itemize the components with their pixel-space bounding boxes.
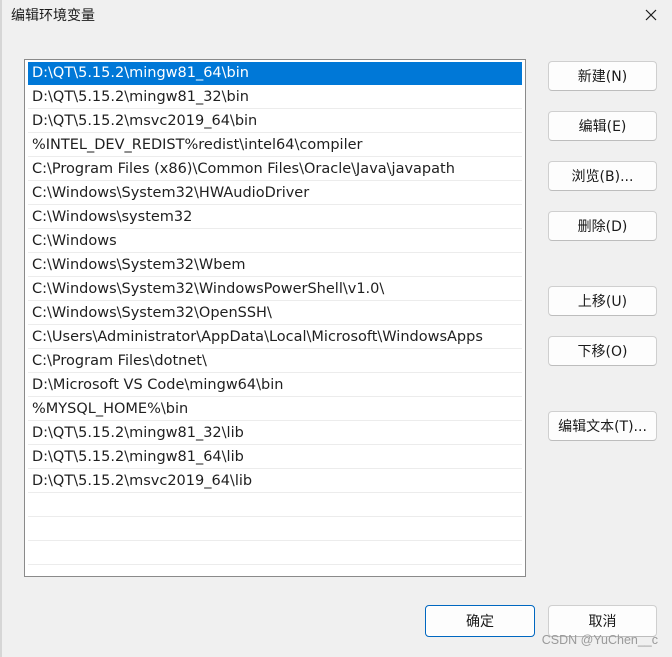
path-list-item[interactable]: C:\Users\Administrator\AppData\Local\Mic… [28,326,522,349]
path-list-item[interactable]: C:\Windows\System32\OpenSSH\ [28,302,522,325]
edit-text-button[interactable]: 编辑文本(T)... [548,411,657,441]
path-list-item[interactable]: C:\Windows\System32\WindowsPowerShell\v1… [28,278,522,301]
path-list-item[interactable]: D:\QT\5.15.2\mingw81_64\bin [28,62,522,85]
path-list-item[interactable]: D:\Microsoft VS Code\mingw64\bin [28,374,522,397]
path-list-item[interactable]: C:\Program Files\dotnet\ [28,350,522,373]
path-list-item[interactable]: %MYSQL_HOME%\bin [28,398,522,421]
path-list-empty-row[interactable] [28,494,522,517]
path-list-item[interactable]: D:\QT\5.15.2\msvc2019_64\bin [28,110,522,133]
watermark: CSDN @YuChen__c [541,633,658,647]
path-list-empty-row[interactable] [28,542,522,565]
edit-button[interactable]: 编辑(E) [548,111,657,141]
path-list-item[interactable]: D:\QT\5.15.2\mingw81_32\bin [28,86,522,109]
browse-button[interactable]: 浏览(B)... [548,161,657,191]
path-list-item[interactable]: C:\Program Files (x86)\Common Files\Orac… [28,158,522,181]
path-list-item[interactable]: %INTEL_DEV_REDIST%redist\intel64\compile… [28,134,522,157]
window-title: 编辑环境变量 [11,8,95,24]
edit-env-variable-dialog: 编辑环境变量 D:\QT\5.15.2\mingw81_64\bin D:\QT\… [0,0,672,657]
ok-button[interactable]: 确定 [425,605,535,637]
path-list-empty-row[interactable] [28,518,522,541]
close-button[interactable] [636,3,666,27]
path-list-item[interactable]: C:\Windows\System32\HWAudioDriver [28,182,522,205]
path-list-item[interactable]: D:\QT\5.15.2\mingw81_64\lib [28,446,522,469]
delete-button[interactable]: 删除(D) [548,211,657,241]
move-up-button[interactable]: 上移(U) [548,286,657,316]
close-icon [645,9,657,21]
path-listbox[interactable]: D:\QT\5.15.2\mingw81_64\bin D:\QT\5.15.2\… [24,59,526,577]
path-list-item[interactable]: C:\Windows [28,230,522,253]
path-list-item[interactable]: D:\QT\5.15.2\mingw81_32\lib [28,422,522,445]
path-list-item[interactable]: C:\Windows\System32\Wbem [28,254,522,277]
new-button[interactable]: 新建(N) [548,61,657,91]
path-list-item[interactable]: C:\Windows\system32 [28,206,522,229]
path-list-item[interactable]: D:\QT\5.15.2\msvc2019_64\lib [28,470,522,493]
move-down-button[interactable]: 下移(O) [548,336,657,366]
window-left-edge [0,0,2,657]
